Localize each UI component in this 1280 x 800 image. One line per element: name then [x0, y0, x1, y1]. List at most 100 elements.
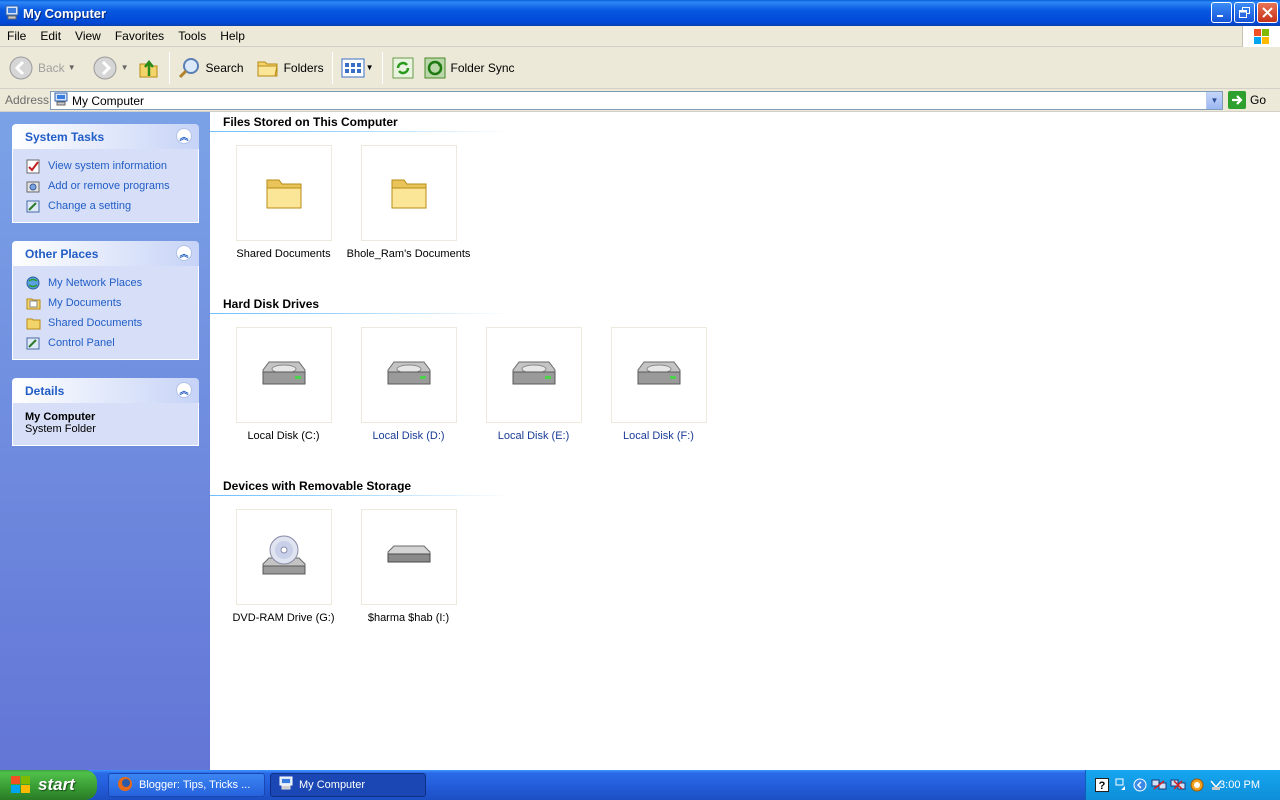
- collapse-icon[interactable]: ︽: [176, 128, 192, 144]
- folders-icon: [257, 61, 278, 76]
- dvd-drive-icon: [262, 535, 305, 575]
- shared-documents-link[interactable]: Shared Documents: [25, 313, 198, 333]
- close-button[interactable]: [1257, 2, 1278, 23]
- folders-label: Folders: [283, 60, 324, 75]
- minimize-icon: [1217, 15, 1223, 17]
- view-system-information-link[interactable]: View system information: [25, 156, 198, 176]
- group-header-files: Files Stored on This Computer: [223, 115, 398, 129]
- taskbar: start Blogger: Tips, Tricks ... My Compu…: [0, 770, 1280, 800]
- link-label: My Network Places: [48, 277, 143, 289]
- other-places-header[interactable]: Other Places ︽: [12, 241, 199, 266]
- search-icon: [178, 57, 199, 78]
- resize-icon[interactable]: [1113, 777, 1129, 793]
- chevron-left-icon[interactable]: [1132, 777, 1148, 793]
- go-button[interactable]: Go: [1228, 91, 1266, 109]
- add-remove-programs-icon: [25, 178, 42, 194]
- control-panel-link[interactable]: Control Panel: [25, 333, 198, 353]
- title-bar: My Computer: [0, 0, 1280, 26]
- menu-bar: File Edit View Favorites Tools Help: [0, 26, 1280, 47]
- chevron-down-icon[interactable]: ▼: [68, 63, 76, 72]
- system-info-icon: [25, 158, 42, 174]
- restore-icon: [1239, 7, 1250, 18]
- my-network-places-link[interactable]: My Network Places: [25, 273, 198, 293]
- local-disk-c-item[interactable]: Local Disk (C:): [221, 327, 346, 442]
- forward-button[interactable]: ▼: [88, 50, 133, 86]
- windows-logo-icon: [1242, 26, 1280, 47]
- my-documents-link[interactable]: My Documents: [25, 293, 198, 313]
- system-tasks-panel: System Tasks ︽ View system information A…: [12, 124, 199, 223]
- task-label: My Computer: [299, 779, 366, 791]
- link-label: Shared Documents: [48, 317, 143, 329]
- link-label: Add or remove programs: [48, 180, 170, 192]
- hard-disk-icon: [637, 361, 680, 385]
- toolbar-separator: [331, 51, 333, 84]
- details-type: System Folder: [25, 423, 96, 435]
- chevron-down-icon[interactable]: ▼: [121, 63, 129, 72]
- details-name: My Computer: [25, 411, 96, 423]
- start-button[interactable]: start: [0, 770, 97, 800]
- chevron-down-icon[interactable]: ▼: [366, 63, 374, 72]
- clock[interactable]: 3:00 PM: [1219, 779, 1260, 791]
- local-disk-e-item[interactable]: Local Disk (E:): [471, 327, 596, 442]
- my-computer-icon: [279, 776, 293, 794]
- local-disk-f-item[interactable]: Local Disk (F:): [596, 327, 721, 442]
- views-button[interactable]: ▼: [337, 50, 378, 86]
- address-bar: Address My Computer ▼ Go: [0, 89, 1280, 112]
- address-input[interactable]: My Computer ▼: [50, 91, 1223, 110]
- network-icon[interactable]: [1151, 777, 1167, 793]
- my-computer-icon: [54, 92, 68, 110]
- taskbar-button-blogger[interactable]: Blogger: Tips, Tricks ...: [108, 773, 265, 797]
- collapse-icon[interactable]: ︽: [176, 245, 192, 261]
- folders-button[interactable]: Folders: [252, 50, 328, 86]
- item-label: $harma $hab (I:): [367, 612, 450, 624]
- search-button[interactable]: Search: [174, 50, 248, 86]
- folder-sync-button[interactable]: Folder Sync: [419, 50, 519, 86]
- minimize-button[interactable]: [1211, 2, 1232, 23]
- forward-arrow-icon: [93, 56, 117, 79]
- collapse-icon[interactable]: ︽: [176, 382, 192, 398]
- other-places-title: Other Places: [25, 246, 99, 261]
- address-dropdown-button[interactable]: ▼: [1206, 92, 1222, 109]
- help-icon[interactable]: ?: [1094, 777, 1110, 793]
- menu-edit[interactable]: Edit: [33, 26, 68, 47]
- menu-file[interactable]: File: [0, 26, 33, 47]
- dvd-ram-drive-item[interactable]: DVD-RAM Drive (G:): [221, 509, 346, 624]
- menu-tools[interactable]: Tools: [171, 26, 213, 47]
- go-label: Go: [1250, 93, 1267, 107]
- restore-button[interactable]: [1234, 2, 1255, 23]
- back-button[interactable]: Back ▼: [4, 50, 80, 86]
- details-panel: Details ︽ My Computer System Folder: [12, 378, 199, 446]
- change-setting-link[interactable]: Change a setting: [25, 196, 198, 216]
- folder-icon: [391, 179, 426, 209]
- up-folder-button[interactable]: [133, 50, 165, 86]
- system-tasks-header[interactable]: System Tasks ︽: [12, 124, 199, 149]
- toolbar-separator: [381, 51, 383, 84]
- local-disk-d-item[interactable]: Local Disk (D:): [346, 327, 471, 442]
- menu-view[interactable]: View: [68, 26, 108, 47]
- window-title: My Computer: [23, 5, 107, 21]
- hard-disk-icon: [512, 361, 555, 385]
- add-remove-programs-link[interactable]: Add or remove programs: [25, 176, 198, 196]
- system-tray: ? 3:00 PM: [1085, 770, 1280, 800]
- group-divider: [210, 495, 510, 496]
- folder-icon: [266, 179, 301, 209]
- folder-sync-icon: [424, 57, 445, 78]
- refresh-button[interactable]: [387, 50, 419, 86]
- taskbar-button-my-computer[interactable]: My Computer: [270, 773, 426, 797]
- item-label: Local Disk (D:): [372, 430, 445, 442]
- menu-help[interactable]: Help: [213, 26, 252, 47]
- folder-sync-label: Folder Sync: [450, 60, 515, 75]
- shared-documents-item[interactable]: Shared Documents: [221, 145, 346, 260]
- address-value: My Computer: [72, 93, 145, 108]
- link-label: View system information: [48, 160, 168, 172]
- menu-favorites[interactable]: Favorites: [108, 26, 171, 47]
- system-tasks-title: System Tasks: [25, 129, 105, 144]
- antivirus-icon[interactable]: [1189, 777, 1205, 793]
- item-label: Shared Documents: [236, 248, 331, 260]
- removable-disk-item[interactable]: $harma $hab (I:): [346, 509, 471, 624]
- task-label: Blogger: Tips, Tricks ...: [139, 779, 251, 791]
- details-header[interactable]: Details ︽: [12, 378, 199, 403]
- user-documents-item[interactable]: Bhole_Ram's Documents: [346, 145, 471, 260]
- network-disconnected-icon[interactable]: [1170, 777, 1186, 793]
- removable-disk-icon: [387, 545, 430, 563]
